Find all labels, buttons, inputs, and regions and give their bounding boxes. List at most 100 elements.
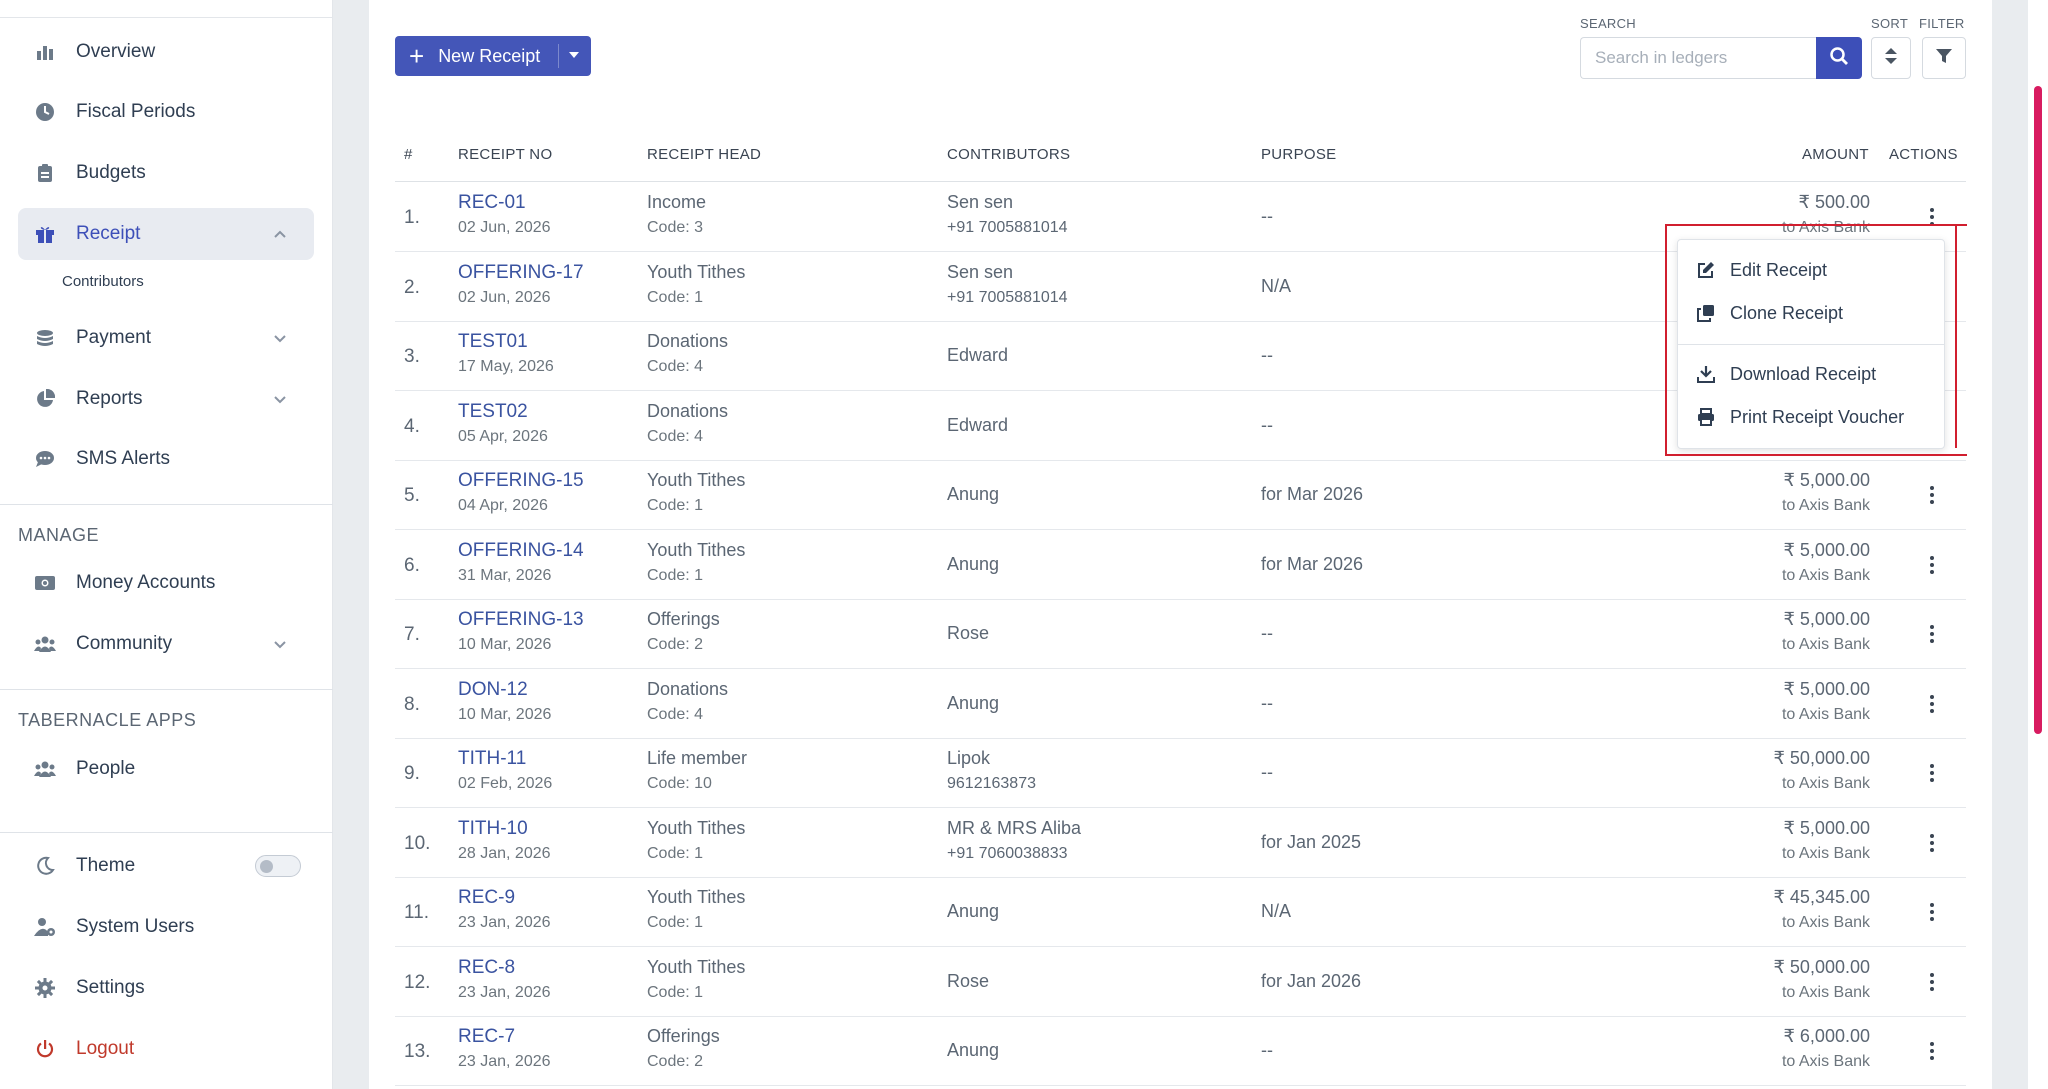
contributor-phone: +91 7005881014 [947, 288, 1068, 306]
row-actions-kebab-icon[interactable] [1921, 202, 1943, 232]
receipt-date: 28 Jan, 2026 [458, 844, 551, 862]
sidebar-item-label: Fiscal Periods [76, 101, 196, 122]
sidebar-item-reports[interactable]: Reports [18, 373, 314, 425]
sidebar-item-money-accounts[interactable]: Money Accounts [18, 557, 314, 609]
money-icon [34, 572, 56, 594]
sidebar-item-label: Reports [76, 388, 143, 409]
main-panel: + New Receipt SEARCH SORT FILTER # RECEI… [369, 0, 1992, 1089]
receipt-number-link[interactable]: REC-8 [458, 957, 515, 979]
receipt-number-link[interactable]: DON-12 [458, 679, 528, 701]
new-receipt-button[interactable]: + New Receipt [395, 36, 591, 76]
sort-icon [1884, 47, 1898, 70]
receipt-head: Offerings [647, 1026, 720, 1046]
pie-chart-icon [34, 388, 56, 410]
receipt-head: Income [647, 192, 707, 212]
row-index: 12. [404, 971, 431, 993]
sidebar-item-logout[interactable]: Logout [18, 1023, 314, 1075]
table-row: 8. DON-12 10 Mar, 2026 Donations Code: 4 Anun… [395, 669, 1966, 739]
sidebar-item-sms-alerts[interactable]: SMS Alerts [18, 433, 314, 485]
menu-item-label: Print Receipt Voucher [1730, 406, 1905, 427]
row-actions-kebab-icon[interactable] [1921, 828, 1943, 858]
receipt-number-link[interactable]: OFFERING-14 [458, 540, 584, 562]
receipt-number-link[interactable]: TEST02 [458, 401, 528, 423]
receipt-number-link[interactable]: TEST01 [458, 331, 528, 353]
contributor-phone: +91 7060038833 [947, 844, 1068, 862]
amount: ₹ 6,000.00 [1783, 1026, 1870, 1046]
purpose: -- [1261, 623, 1273, 643]
sidebar-item-receipt[interactable]: Receipt [18, 208, 314, 260]
table-row: 12. REC-8 23 Jan, 2026 Youth Tithes Code: 1 R… [395, 947, 1966, 1017]
row-actions-kebab-icon[interactable] [1921, 689, 1943, 719]
amount: ₹ 5,000.00 [1783, 678, 1870, 699]
menu-divider [1678, 344, 1944, 345]
moon-icon [34, 855, 56, 877]
amount-account: to Axis Bank [1781, 1053, 1870, 1070]
download-icon [1696, 364, 1716, 384]
table-row: 5. OFFERING-15 04 Apr, 2026 Youth Tithes Cod… [395, 460, 1966, 530]
row-actions-kebab-icon[interactable] [1921, 619, 1943, 649]
receipt-date: 23 Jan, 2026 [458, 1053, 551, 1070]
sidebar-top-divider [0, 17, 333, 18]
amount: ₹ 5,000.00 [1783, 470, 1870, 490]
search-input[interactable] [1580, 37, 1816, 79]
row-index: 7. [404, 624, 420, 645]
sort-label: SORT [1871, 16, 1909, 31]
row-actions-kebab-icon[interactable] [1921, 967, 1943, 997]
filter-button[interactable] [1922, 37, 1966, 79]
sidebar-item-people[interactable]: People [18, 743, 314, 795]
menu-item-print-receipt-voucher[interactable]: Print Receipt Voucher [1678, 397, 1944, 437]
row-index: 6. [404, 554, 420, 576]
receipt-head: Offerings [647, 609, 720, 629]
menu-item-label: Download Receipt [1730, 363, 1877, 384]
sidebar: Overview Fiscal Periods Budgets Receipt … [0, 0, 333, 1089]
receipt-number-link[interactable]: TITH-11 [458, 748, 526, 770]
row-actions-kebab-icon[interactable] [1921, 480, 1943, 510]
menu-item-download-receipt[interactable]: Download Receipt [1678, 354, 1944, 394]
receipt-number-link[interactable]: OFFERING-17 [458, 262, 584, 284]
sidebar-item-budgets[interactable]: Budgets [18, 147, 314, 199]
sidebar-item-system-users[interactable]: System Users [18, 901, 314, 953]
sidebar-item-overview[interactable]: Overview [18, 26, 314, 78]
sidebar-subitem-contributors[interactable]: Contributors [62, 273, 144, 290]
button-separator [558, 44, 559, 68]
sidebar-item-community[interactable]: Community [18, 618, 314, 670]
menu-item-edit-receipt[interactable]: Edit Receipt [1678, 250, 1944, 290]
receipt-number-link[interactable]: REC-01 [458, 192, 526, 214]
purpose: -- [1261, 345, 1273, 365]
receipt-date: 23 Jan, 2026 [458, 983, 551, 1001]
receipt-head: Youth Tithes [647, 817, 746, 838]
row-actions-kebab-icon[interactable] [1921, 1036, 1943, 1066]
chevron-down-icon [270, 389, 290, 409]
sidebar-item-label: People [76, 758, 136, 779]
sidebar-item-fiscal-periods[interactable]: Fiscal Periods [18, 86, 314, 138]
purpose: N/A [1261, 901, 1292, 921]
receipt-number-link[interactable]: OFFERING-13 [458, 609, 584, 631]
amount-account: to Axis Bank [1781, 775, 1870, 792]
receipt-head-code: Code: 2 [647, 1053, 704, 1070]
sort-button[interactable] [1871, 37, 1911, 79]
receipt-number-link[interactable]: OFFERING-15 [458, 470, 584, 492]
contributor-name: Edward [947, 345, 1009, 365]
table-row: 10. TITH-10 28 Jan, 2026 Youth Tithes Code: … [395, 808, 1966, 878]
receipt-number-link[interactable]: REC-7 [458, 1026, 515, 1048]
sidebar-item-settings[interactable]: Settings [18, 962, 314, 1014]
row-actions-kebab-icon[interactable] [1921, 897, 1943, 927]
theme-toggle[interactable] [255, 855, 301, 877]
search-button[interactable] [1816, 37, 1862, 79]
receipt-number-link[interactable]: TITH-10 [458, 818, 528, 840]
receipt-head: Youth Tithes [647, 956, 746, 977]
sidebar-item-payment[interactable]: Payment [18, 312, 314, 364]
caret-down-icon[interactable] [569, 52, 579, 58]
receipt-head-code: Code: 2 [647, 636, 704, 653]
receipt-number-link[interactable]: REC-9 [458, 887, 515, 909]
row-index: 2. [404, 276, 420, 298]
column-header-amount: AMOUNT [1802, 146, 1869, 163]
menu-item-clone-receipt[interactable]: Clone Receipt [1678, 293, 1944, 333]
row-actions-kebab-icon[interactable] [1921, 550, 1943, 580]
printer-icon [1696, 407, 1716, 427]
row-index: 8. [404, 693, 420, 715]
column-header-purpose: PURPOSE [1261, 146, 1337, 163]
row-actions-kebab-icon[interactable] [1921, 758, 1943, 788]
purpose: -- [1261, 1040, 1273, 1060]
scrollbar-thumb[interactable] [2034, 86, 2042, 734]
